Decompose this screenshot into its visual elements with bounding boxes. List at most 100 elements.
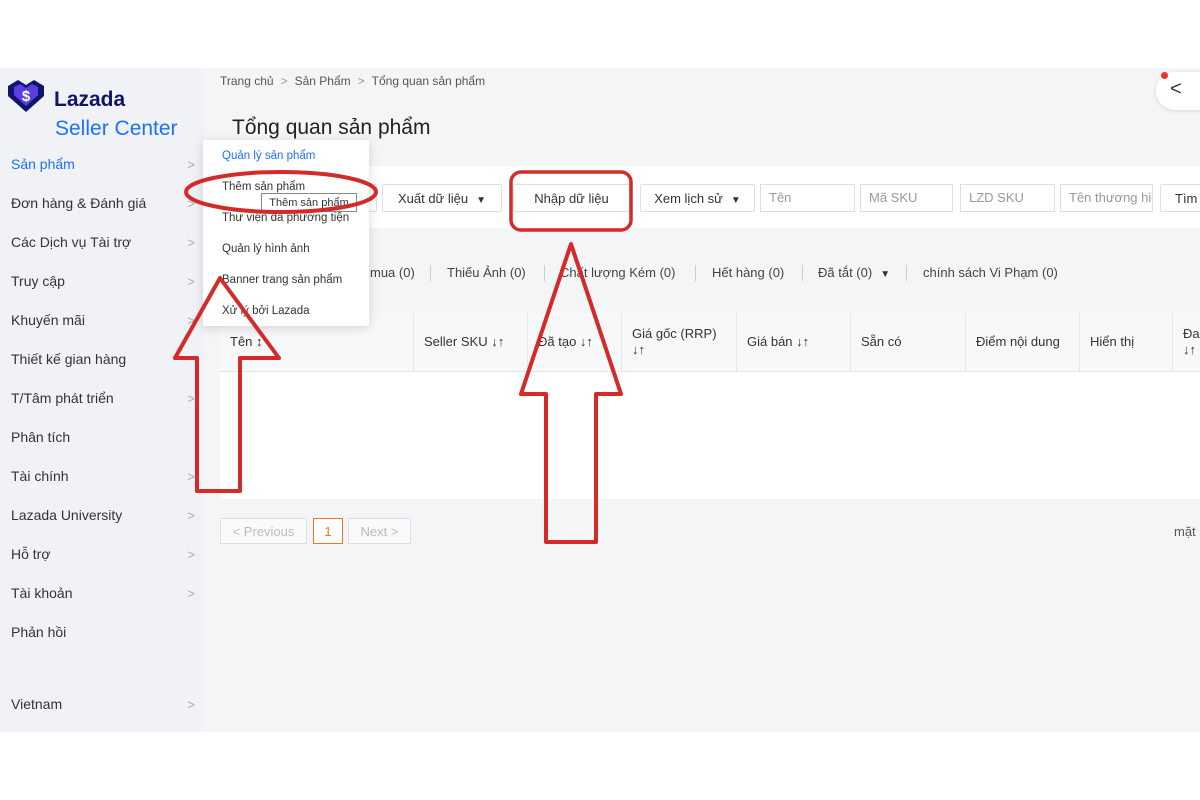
pagination-page-size-label: mặt — [1174, 524, 1196, 539]
brand-search-input[interactable]: Tên thương hiệu — [1060, 184, 1153, 212]
product-table: Tên ↕ Seller SKU ↓↑ Đã tạo ↓↑ Giá gốc (R… — [220, 313, 1200, 499]
filter-tab-deactivated[interactable]: Đã tắt (0) ▼ — [818, 265, 890, 280]
column-header-available: Sẵn có — [850, 313, 965, 371]
sidebar-item-label: Thiết kế gian hàng — [11, 351, 127, 367]
breadcrumb-home[interactable]: Trang chủ — [220, 74, 274, 88]
breadcrumb-separator: > — [280, 74, 288, 88]
sidebar-item-traffic[interactable]: Truy cập > — [0, 262, 205, 301]
chevron-left-icon: < — [1170, 78, 1182, 100]
sidebar-item-sponsored-services[interactable]: Các Dịch vụ Tài trợ > — [0, 223, 205, 262]
products-submenu: Quản lý sản phẩm Thêm sản phẩm Thư viện … — [203, 140, 369, 326]
region-selector[interactable]: Vietnam > — [0, 685, 205, 724]
sidebar-item-growth-center[interactable]: T/Tâm phát triển > — [0, 379, 205, 418]
sidebar-item-promotions[interactable]: Khuyến mãi > — [0, 301, 205, 340]
sidebar-nav: Sản phẩm > Đơn hàng & Đánh giá > Các Dịch … — [0, 145, 205, 652]
sidebar-item-region[interactable]: Vietnam > — [0, 685, 205, 724]
filter-divider — [802, 265, 803, 281]
chevron-right-icon: > — [187, 391, 195, 406]
submenu-item-manage-products[interactable]: Quản lý sản phẩm — [222, 150, 315, 162]
chevron-right-icon: > — [187, 196, 195, 211]
sidebar-item-label: Tài khoản — [11, 585, 73, 601]
export-data-button[interactable]: Xuất dữ liệu ▼ — [382, 184, 502, 212]
lazada-logo[interactable]: $ Lazada Seller Center — [6, 78, 196, 140]
sidebar-item-orders-reviews[interactable]: Đơn hàng & Đánh giá > — [0, 184, 205, 223]
previous-page-button[interactable]: < Previous — [220, 518, 307, 544]
column-header-visible: Hiển thị — [1079, 313, 1172, 371]
chevron-right-icon: > — [187, 586, 195, 601]
svg-text:$: $ — [22, 88, 31, 105]
filter-tab-missing-images[interactable]: Thiếu Ảnh (0) — [447, 265, 526, 280]
caret-down-icon: ▼ — [880, 269, 891, 280]
view-history-label: Xem lịch sử — [654, 191, 723, 206]
collapse-panel-button[interactable]: < — [1156, 72, 1200, 110]
sidebar-item-label: Các Dịch vụ Tài trợ — [11, 234, 132, 250]
sidebar-item-support[interactable]: Hỗ trợ > — [0, 535, 205, 574]
search-button[interactable]: Tìm — [1160, 184, 1200, 212]
lzd-sku-search-input[interactable]: LZD SKU — [960, 184, 1055, 212]
seller-center-screenshot: $ Lazada Seller Center Sản phẩm > Đơn hàn… — [0, 68, 1200, 732]
sidebar-item-label: Hỗ trợ — [11, 546, 51, 562]
sidebar-item-label: Lazada University — [11, 507, 123, 523]
column-header-created[interactable]: Đã tạo ↓↑ — [527, 313, 621, 371]
sidebar-item-label: Truy cập — [11, 273, 65, 289]
sidebar: $ Lazada Seller Center Sản phẩm > Đơn hàn… — [0, 68, 205, 732]
filter-tab-partial[interactable]: mua (0) — [370, 265, 415, 280]
search-label: Tìm — [1175, 191, 1198, 206]
add-product-tooltip: Thêm sản phẩm — [261, 193, 357, 212]
sidebar-item-label: Đơn hàng & Đánh giá — [11, 195, 147, 211]
submenu-item-fulfilled-by-lazada[interactable]: Xử lý bởi Lazada — [222, 305, 309, 317]
chevron-right-icon: > — [187, 235, 195, 250]
next-page-button[interactable]: Next > — [348, 518, 411, 544]
column-header-content-score: Điểm nội dung — [965, 313, 1079, 371]
breadcrumb-products[interactable]: Sản Phẩm — [295, 74, 351, 88]
column-header-price[interactable]: Giá bán ↓↑ — [736, 313, 850, 371]
notification-dot — [1161, 72, 1168, 79]
submenu-item-add-product[interactable]: Thêm sản phẩm — [222, 181, 305, 193]
sidebar-item-account[interactable]: Tài khoản > — [0, 574, 205, 613]
column-header-seller-sku[interactable]: Seller SKU ↓↑ — [413, 313, 527, 371]
chevron-right-icon: > — [187, 508, 195, 523]
filter-tab-policy-violation[interactable]: chính sách Vi Phạm (0) — [923, 265, 1058, 280]
sidebar-item-products[interactable]: Sản phẩm > — [0, 145, 205, 184]
sidebar-item-label: Phản hồi — [11, 624, 67, 640]
breadcrumb-separator: > — [357, 74, 365, 88]
page-title: Tổng quan sản phẩm — [232, 116, 431, 139]
sidebar-item-finance[interactable]: Tài chính > — [0, 457, 205, 496]
caret-down-icon: ▼ — [476, 195, 487, 206]
sku-search-input[interactable]: Mã SKU — [860, 184, 953, 212]
import-data-label: Nhập dữ liệu — [534, 191, 609, 206]
import-data-button[interactable]: Nhập dữ liệu — [513, 184, 630, 212]
filter-divider — [544, 265, 545, 281]
sidebar-item-label: Sản phẩm — [11, 156, 75, 172]
chevron-right-icon: > — [187, 547, 195, 562]
submenu-item-media-library[interactable]: Thư viện đa phương tiện — [222, 212, 349, 224]
chevron-right-icon: > — [187, 274, 195, 289]
lazada-heart-icon: $ — [8, 80, 44, 112]
filter-divider — [695, 265, 696, 281]
sidebar-item-label: Khuyến mãi — [11, 312, 85, 328]
filter-tab-out-of-stock[interactable]: Hết hàng (0) — [712, 265, 784, 280]
filter-tab-deactivated-label: Đã tắt (0) — [818, 265, 873, 280]
submenu-item-product-banner[interactable]: Banner trang sản phẩm — [222, 274, 342, 286]
breadcrumb-current: Tổng quan sản phẩm — [371, 74, 486, 88]
breadcrumb: Trang chủ > Sản Phẩm > Tổng quan sản phẩm — [220, 74, 485, 88]
sidebar-item-store-design[interactable]: Thiết kế gian hàng — [0, 340, 205, 379]
region-label: Vietnam — [11, 696, 63, 712]
sidebar-item-label: T/Tâm phát triển — [11, 390, 114, 406]
submenu-item-image-management[interactable]: Quản lý hình ảnh — [222, 243, 310, 255]
sidebar-item-feedback[interactable]: Phản hồi — [0, 613, 205, 652]
column-header-more[interactable]: Đa ↓↑ — [1172, 313, 1200, 371]
sidebar-item-lazada-university[interactable]: Lazada University > — [0, 496, 205, 535]
chevron-right-icon: > — [187, 697, 195, 712]
sidebar-item-label: Phân tích — [11, 429, 71, 445]
chevron-right-icon: > — [187, 157, 195, 172]
column-header-rrp[interactable]: Giá gốc (RRP) ↓↑ — [621, 313, 736, 371]
filter-divider — [906, 265, 907, 281]
sidebar-item-label: Tài chính — [11, 468, 69, 484]
filter-tab-poor-quality[interactable]: Chất lượng Kém (0) — [560, 265, 676, 280]
view-history-button[interactable]: Xem lịch sử ▼ — [640, 184, 755, 212]
page-number-current[interactable]: 1 — [313, 518, 343, 544]
sidebar-item-analytics[interactable]: Phân tích — [0, 418, 205, 457]
name-search-input[interactable]: Tên — [760, 184, 855, 212]
caret-down-icon: ▼ — [730, 195, 741, 206]
